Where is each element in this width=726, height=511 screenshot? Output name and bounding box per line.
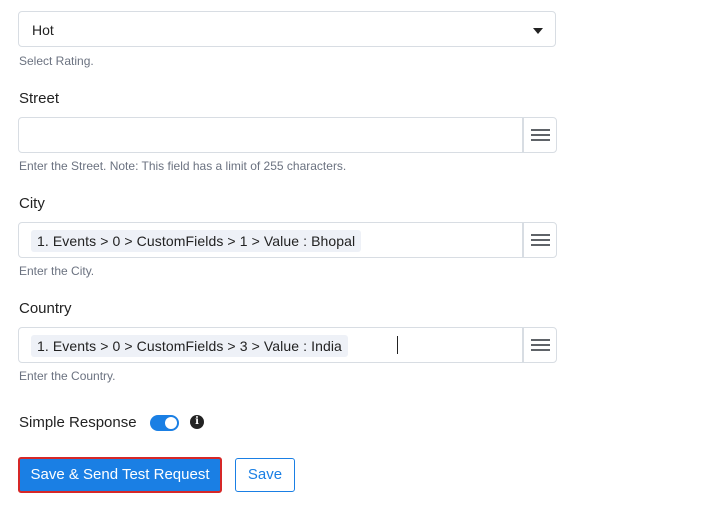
country-hint: Enter the Country. (19, 369, 116, 383)
chevron-down-icon (533, 28, 543, 34)
city-mapped-token[interactable]: 1. Events > 0 > CustomFields > 1 > Value… (31, 230, 362, 252)
toggle-knob (165, 417, 177, 429)
city-hint: Enter the City. (19, 264, 95, 278)
rating-select[interactable]: Hot (18, 11, 556, 47)
street-field-menu-button[interactable] (523, 117, 557, 153)
rating-select-value: Hot (32, 22, 54, 38)
info-icon[interactable]: i (190, 415, 204, 429)
street-input[interactable] (18, 117, 523, 153)
city-label: City (19, 195, 45, 212)
street-hint: Enter the Street. Note: This field has a… (19, 159, 347, 173)
simple-response-label: Simple Response (19, 414, 137, 431)
save-button[interactable]: Save (235, 458, 295, 492)
save-and-send-test-request-button[interactable]: Save & Send Test Request (18, 457, 222, 493)
country-field-menu-button[interactable] (523, 327, 557, 363)
country-label: Country (19, 300, 72, 317)
text-cursor (397, 336, 398, 354)
city-input[interactable]: 1. Events > 0 > CustomFields > 1 > Value… (18, 222, 523, 258)
city-field-menu-button[interactable] (523, 222, 557, 258)
country-mapped-token[interactable]: 1. Events > 0 > CustomFields > 3 > Value… (31, 335, 348, 357)
simple-response-toggle[interactable] (150, 415, 179, 431)
country-input[interactable]: 1. Events > 0 > CustomFields > 3 > Value… (18, 327, 523, 363)
street-label: Street (19, 90, 60, 107)
rating-hint: Select Rating. (19, 54, 94, 68)
